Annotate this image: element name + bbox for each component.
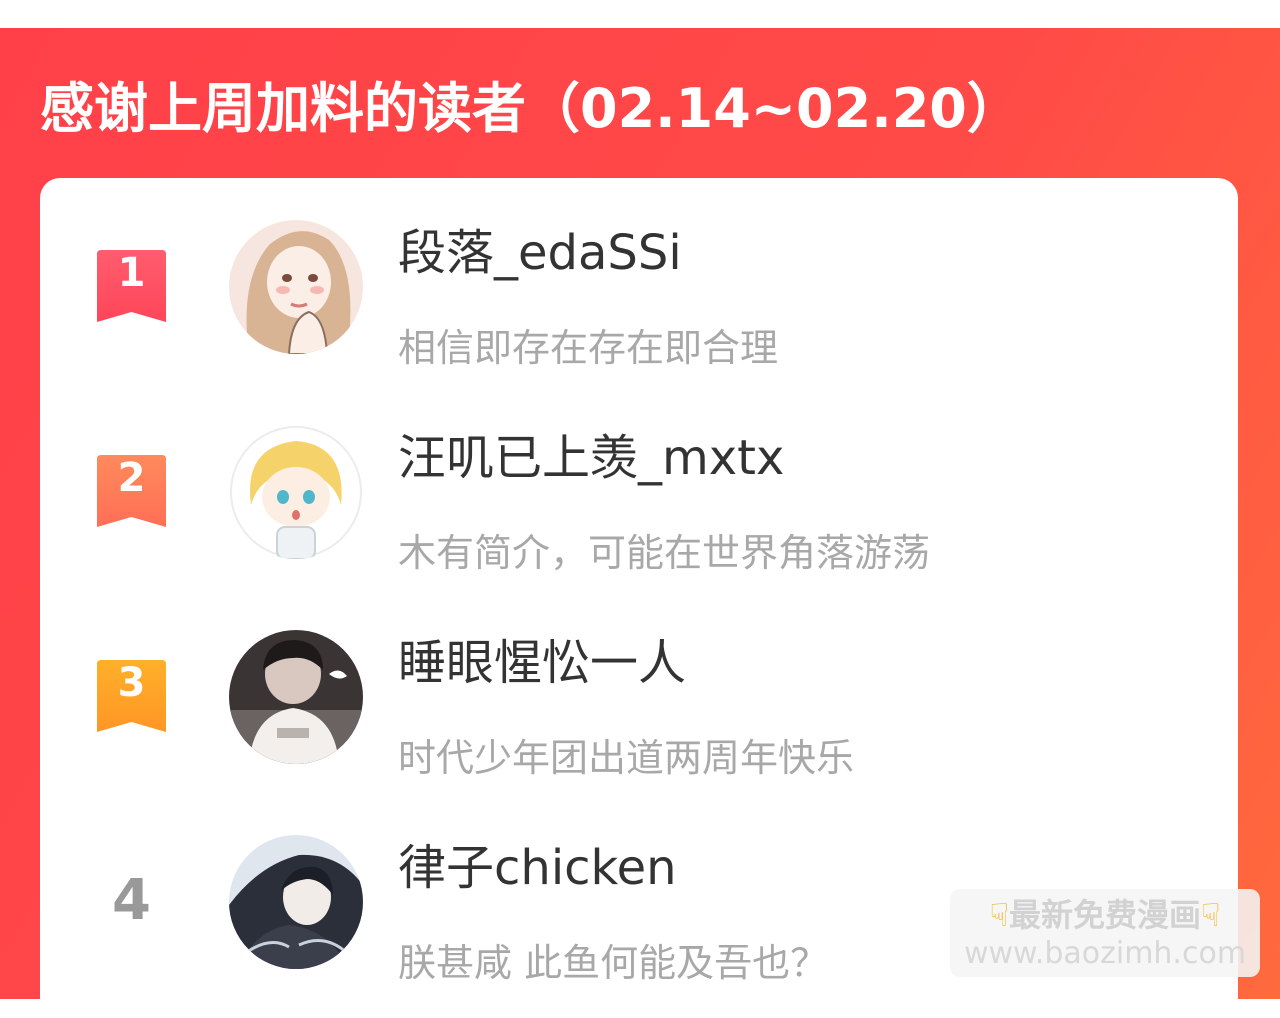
rank-ribbon-icon: 1 — [97, 250, 166, 322]
reader-username: 睡眼惺忪一人 — [398, 635, 687, 691]
reader-bio: 相信即存在存在即合理 — [398, 326, 779, 370]
pointing-down-hand-icon: ☟ — [1201, 896, 1221, 934]
page-title: 感谢上周加料的读者（02.14~02.20） — [40, 77, 1021, 140]
rank-ribbon-icon: 2 — [97, 455, 166, 527]
rank-number: 2 — [117, 455, 146, 501]
reader-bio: 时代少年团出道两周年快乐 — [398, 736, 855, 780]
pointing-down-hand-icon: ☟ — [989, 896, 1009, 934]
reader-avatar[interactable] — [229, 630, 363, 764]
reader-row-3[interactable]: 3 睡眼惺忪一人 时代少年团出道两周年快乐 — [40, 628, 1238, 780]
reader-row-2[interactable]: 2 汪叽已上羡_mxtx 木有简介，可能在世界角落游荡 — [40, 423, 1238, 575]
reader-avatar[interactable] — [229, 835, 363, 969]
watermark-url: www.baozimh.com — [963, 936, 1247, 971]
watermark-promo-text: 最新免费漫画 — [1008, 896, 1201, 934]
reader-bio: 木有简介，可能在世界角落游荡 — [398, 531, 931, 575]
reader-row-1[interactable]: 1 段落_edaSSi 相信即存在存在即合理 — [40, 218, 1238, 370]
rank-number: 4 — [112, 868, 151, 933]
reader-avatar[interactable] — [229, 220, 363, 354]
site-watermark: ☟最新免费漫画☟ www.baozimh.com — [950, 889, 1260, 977]
rank-number: 3 — [117, 660, 146, 706]
rank-number: 1 — [117, 250, 146, 296]
watermark-promo: ☟最新免费漫画☟ — [950, 895, 1260, 935]
reader-bio: 朕甚咸 此鱼何能及吾也？ — [398, 941, 829, 985]
reader-username: 律子chicken — [398, 840, 677, 896]
reader-username: 段落_edaSSi — [398, 225, 682, 281]
top-strip — [0, 0, 1280, 28]
rank-ribbon-icon: 3 — [97, 660, 166, 732]
reader-username: 汪叽已上羡_mxtx — [398, 430, 785, 486]
reader-avatar[interactable] — [229, 425, 363, 559]
